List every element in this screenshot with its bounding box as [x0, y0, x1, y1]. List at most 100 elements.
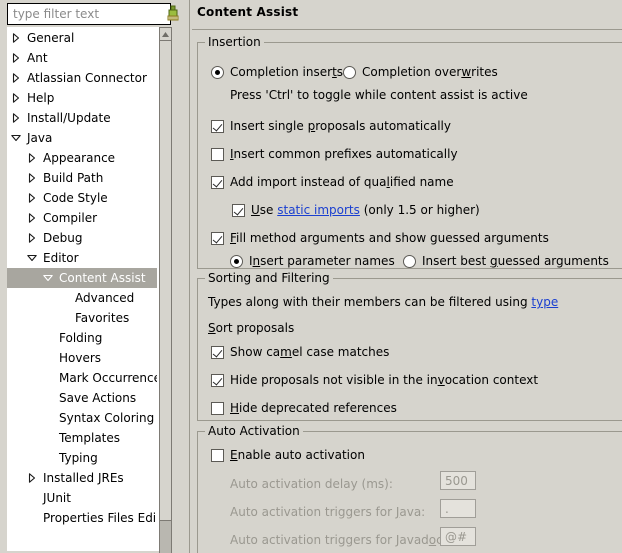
sidebar-scrollbar-track[interactable]: [159, 27, 172, 521]
tree-item[interactable]: Installed JREs: [7, 468, 157, 488]
tree-item[interactable]: Content Assist: [7, 268, 157, 288]
checkbox-show-camel-case-control[interactable]: [211, 346, 224, 359]
tree-item[interactable]: Appearance: [7, 148, 157, 168]
tree-item[interactable]: Editor: [7, 248, 157, 268]
input-triggers-javadoc[interactable]: [440, 527, 476, 546]
radio-insert-best-guessed-arguments-control[interactable]: [403, 255, 416, 268]
radio-insert-best-guessed-arguments[interactable]: Insert best guessed arguments: [403, 254, 609, 268]
tree-item[interactable]: General: [7, 28, 157, 48]
radio-completion-inserts-control[interactable]: [211, 66, 224, 79]
tree-item[interactable]: Advanced: [7, 288, 157, 308]
checkbox-fill-method-arguments-control[interactable]: [211, 232, 224, 245]
chevron-down-icon[interactable]: [25, 248, 39, 268]
chevron-right-icon[interactable]: [25, 188, 39, 208]
chevron-right-icon[interactable]: [25, 228, 39, 248]
radio-completion-overwrites[interactable]: Completion overwrites: [343, 65, 498, 79]
tree-item-label: Save Actions: [59, 388, 136, 408]
label-triggers-java: Auto activation triggers for Java:: [230, 505, 425, 519]
tree-item-label: Syntax Coloring: [59, 408, 154, 428]
tree-item[interactable]: Code Style: [7, 188, 157, 208]
checkbox-add-import[interactable]: Add import instead of qualified name: [211, 175, 454, 189]
tree-item[interactable]: Syntax Coloring: [7, 408, 157, 428]
link-type[interactable]: type: [531, 295, 558, 309]
radio-completion-inserts[interactable]: Completion inserts: [211, 65, 343, 79]
chevron-down-icon[interactable]: [9, 128, 23, 148]
filter-box[interactable]: [7, 3, 171, 25]
checkbox-enable-auto-activation-label: Enable auto activation: [230, 448, 365, 462]
radio-insert-parameter-names-control[interactable]: [230, 255, 243, 268]
chevron-right-icon[interactable]: [9, 28, 23, 48]
sidebar-content-divider[interactable]: [189, 0, 191, 553]
checkbox-insert-single-proposals[interactable]: Insert single proposals automatically: [211, 119, 451, 133]
tree-item[interactable]: Atlassian Connector: [7, 68, 157, 88]
input-triggers-java[interactable]: [440, 499, 476, 518]
tree-item[interactable]: Hovers: [7, 348, 157, 368]
label-triggers-javadoc: Auto activation triggers for Javadoc:: [230, 533, 447, 547]
tree-item[interactable]: Templates: [7, 428, 157, 448]
radio-insert-parameter-names[interactable]: Insert parameter names: [230, 254, 395, 268]
tree-item-label: General: [27, 28, 74, 48]
checkbox-hide-not-visible-label: Hide proposals not visible in the invoca…: [230, 373, 538, 387]
chevron-right-icon[interactable]: [25, 168, 39, 188]
scroll-up-arrow-icon[interactable]: [159, 27, 172, 41]
chevron-right-icon[interactable]: [25, 208, 39, 228]
tree-item-label: Debug: [43, 228, 82, 248]
checkbox-hide-not-visible[interactable]: Hide proposals not visible in the invoca…: [211, 373, 538, 387]
chevron-right-icon[interactable]: [9, 108, 23, 128]
chevron-right-icon[interactable]: [25, 468, 39, 488]
clear-filter-icon[interactable]: [163, 4, 183, 24]
tree-no-twisty: [41, 368, 55, 388]
tree-item[interactable]: Folding: [7, 328, 157, 348]
checkbox-insert-common-prefixes[interactable]: Insert common prefixes automatically: [211, 147, 458, 161]
tree-item-label: Ant: [27, 48, 48, 68]
filter-hint-text: Types along with their members can be fi…: [208, 295, 558, 309]
sidebar-scrollbar-thumb[interactable]: [159, 521, 172, 553]
tree-item[interactable]: JUnit: [7, 488, 157, 508]
tree-item[interactable]: Mark Occurrence: [7, 368, 157, 388]
tree-no-twisty: [25, 488, 39, 508]
checkbox-hide-deprecated[interactable]: Hide deprecated references: [211, 401, 397, 415]
tree-item[interactable]: Ant: [7, 48, 157, 68]
tree-item-label: Advanced: [75, 288, 134, 308]
tree-item[interactable]: Compiler: [7, 208, 157, 228]
tree-item[interactable]: Debug: [7, 228, 157, 248]
content-panel: Content Assist Insertion Completion inse…: [192, 0, 622, 553]
tree-item-label: Code Style: [43, 188, 108, 208]
checkbox-use-static-imports[interactable]: Use static imports (only 1.5 or higher): [232, 203, 480, 217]
chevron-right-icon[interactable]: [9, 88, 23, 108]
checkbox-enable-auto-activation[interactable]: Enable auto activation: [211, 448, 365, 462]
tree-item[interactable]: Build Path: [7, 168, 157, 188]
chevron-right-icon[interactable]: [9, 68, 23, 88]
checkbox-fill-method-arguments[interactable]: Fill method arguments and show guessed a…: [211, 231, 549, 245]
checkbox-enable-auto-activation-control[interactable]: [211, 449, 224, 462]
tree-item-label: Editor: [43, 248, 79, 268]
radio-completion-overwrites-control[interactable]: [343, 66, 356, 79]
search-input[interactable]: [8, 5, 163, 23]
tree-item[interactable]: Favorites: [7, 308, 157, 328]
tree-item[interactable]: Help: [7, 88, 157, 108]
checkbox-add-import-control[interactable]: [211, 176, 224, 189]
group-auto-activation: Auto Activation Enable auto activation A…: [197, 431, 622, 553]
input-auto-activation-delay[interactable]: [440, 471, 476, 490]
checkbox-insert-common-prefixes-control[interactable]: [211, 148, 224, 161]
checkbox-insert-single-proposals-label: Insert single proposals automatically: [230, 119, 451, 133]
chevron-right-icon[interactable]: [25, 148, 39, 168]
ctrl-toggle-hint: Press 'Ctrl' to toggle while content ass…: [230, 88, 528, 102]
checkbox-hide-not-visible-control[interactable]: [211, 374, 224, 387]
tree-item-label: Mark Occurrence: [59, 368, 157, 388]
checkbox-show-camel-case[interactable]: Show camel case matches: [211, 345, 389, 359]
tree-item[interactable]: Properties Files Edi: [7, 508, 157, 528]
checkbox-hide-deprecated-control[interactable]: [211, 402, 224, 415]
chevron-down-icon[interactable]: [41, 268, 55, 288]
tree-item[interactable]: Save Actions: [7, 388, 157, 408]
chevron-right-icon[interactable]: [9, 48, 23, 68]
preferences-tree[interactable]: GeneralAntAtlassian ConnectorHelpInstall…: [7, 27, 171, 551]
tree-item[interactable]: Install/Update: [7, 108, 157, 128]
group-insertion: Insertion Completion inserts Completion …: [197, 42, 622, 269]
tree-item[interactable]: Java: [7, 128, 157, 148]
checkbox-use-static-imports-control[interactable]: [232, 204, 245, 217]
tree-item[interactable]: Typing: [7, 448, 157, 468]
checkbox-insert-single-proposals-control[interactable]: [211, 120, 224, 133]
link-static-imports[interactable]: static imports: [277, 203, 360, 217]
tree-item-label: Folding: [59, 328, 102, 348]
